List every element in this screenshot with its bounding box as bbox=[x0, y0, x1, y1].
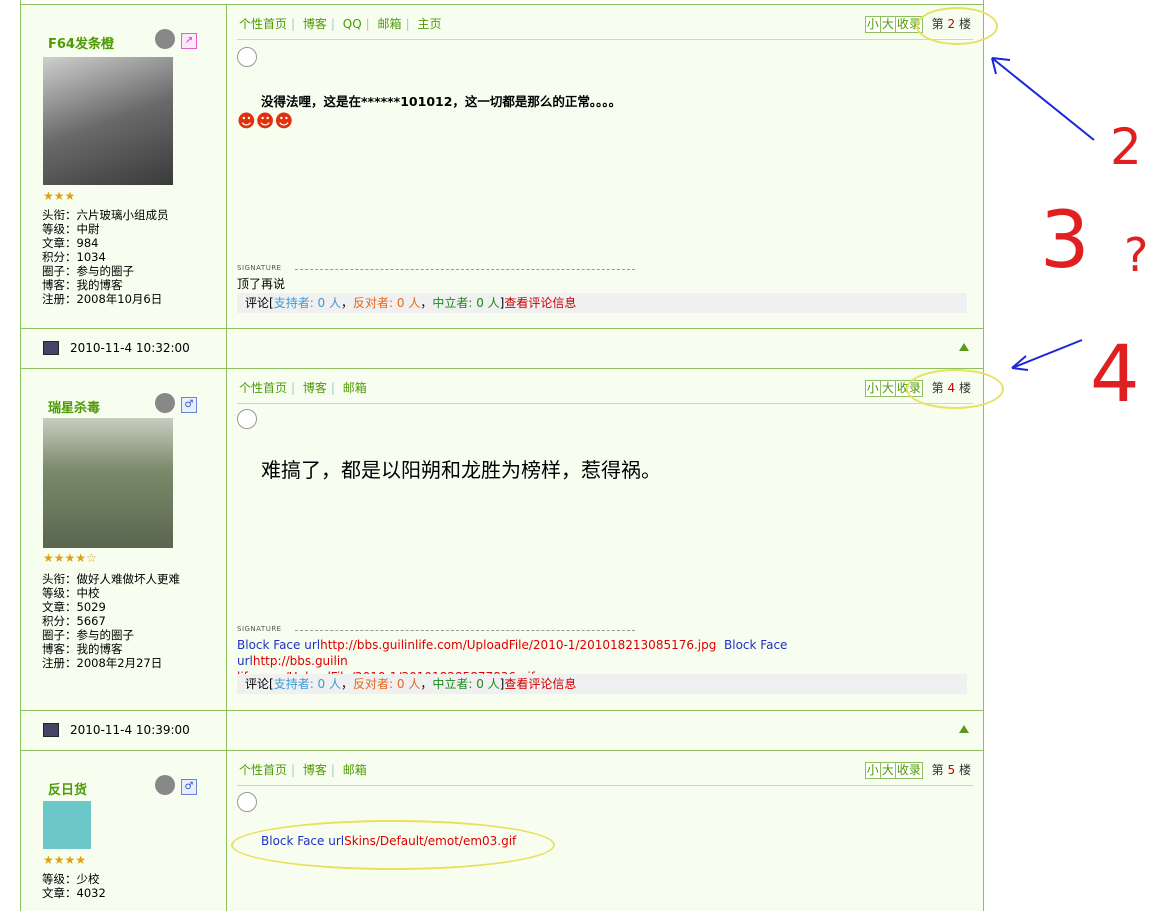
arrow-line-4 bbox=[1011, 339, 1083, 369]
annotation-arrows bbox=[991, 57, 1095, 371]
arrow-line-2 bbox=[991, 57, 1095, 141]
arrow-head-4b bbox=[1011, 367, 1029, 371]
annotation-4: 4 bbox=[1090, 330, 1140, 420]
annotation-3: 3 bbox=[1040, 196, 1090, 286]
annotation-2: 2 bbox=[1110, 118, 1142, 176]
annotation-question: ? bbox=[1124, 228, 1149, 282]
